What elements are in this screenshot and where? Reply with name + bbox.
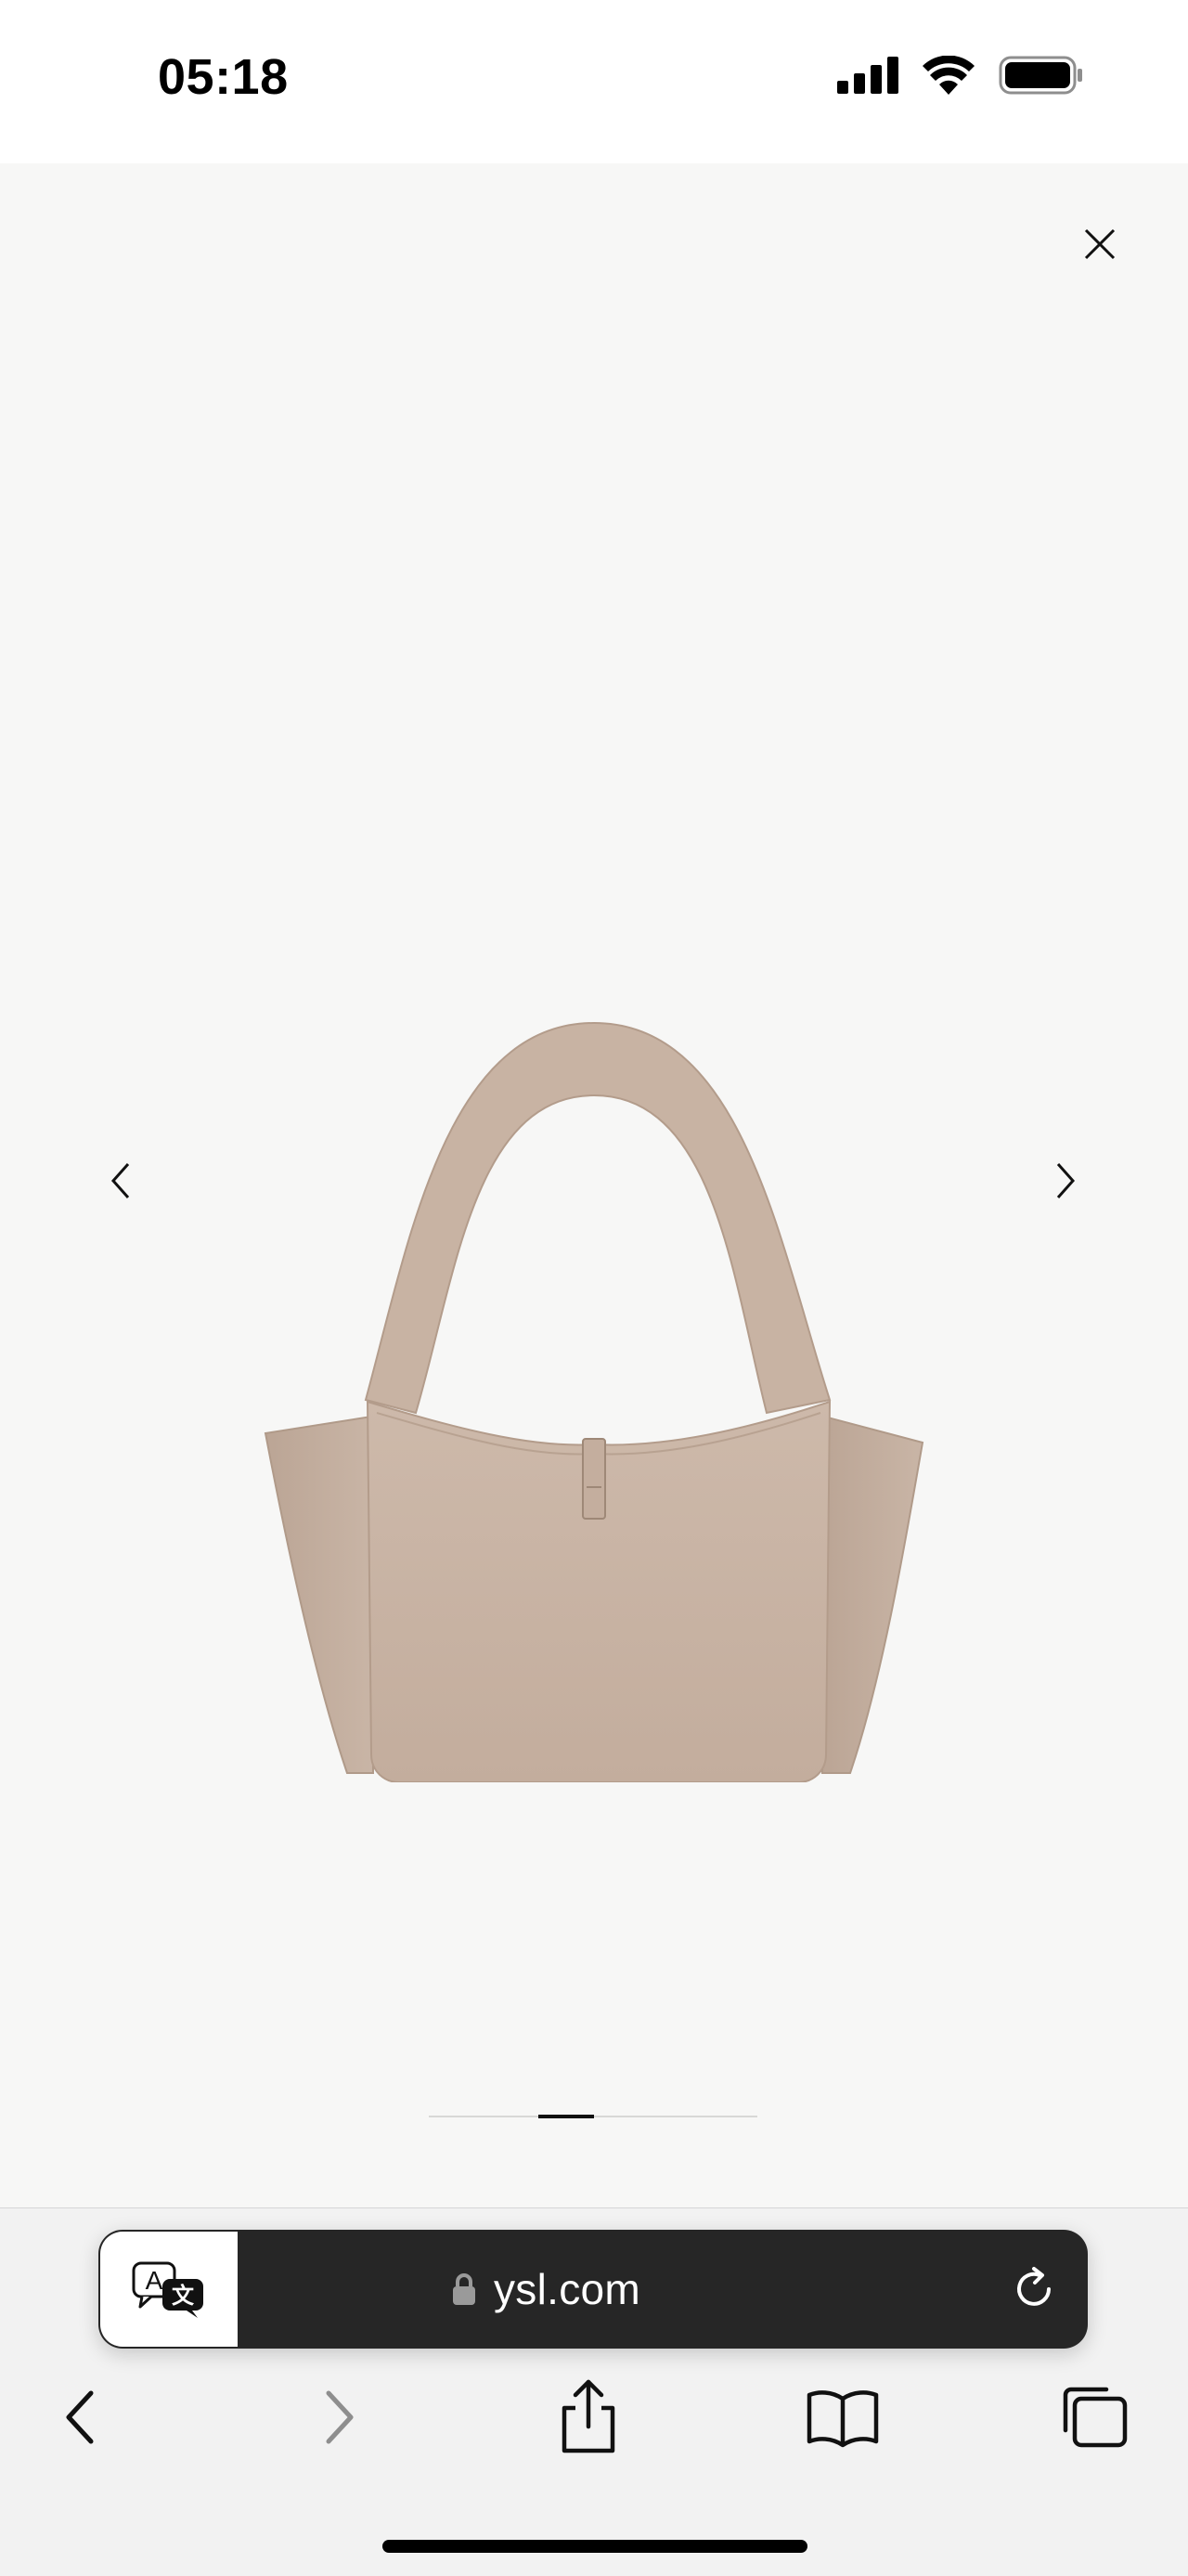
next-image-button[interactable] (1038, 1144, 1093, 1218)
forward-icon (326, 2390, 354, 2444)
home-indicator[interactable] (382, 2540, 807, 2553)
translate-icon: A 文 (132, 2261, 203, 2318)
bookmarks-icon (807, 2390, 879, 2448)
share-button[interactable] (551, 2376, 626, 2454)
reload-icon (1017, 2267, 1051, 2306)
tabs-icon (1063, 2387, 1128, 2448)
url-text: ysl.com (494, 2265, 641, 2313)
translate-button[interactable]: A 文 (100, 2232, 238, 2347)
reload-button[interactable] (1006, 2261, 1062, 2317)
share-icon (562, 2379, 615, 2453)
close-button[interactable] (1075, 219, 1125, 269)
bookmarks-button[interactable] (804, 2384, 882, 2451)
chevron-left-icon (110, 1163, 130, 1198)
tabs-button[interactable] (1054, 2384, 1132, 2451)
image-pager (429, 2115, 757, 2118)
lock-icon (453, 2273, 475, 2305)
back-button[interactable] (43, 2384, 117, 2451)
battery-icon (999, 56, 1082, 95)
signal-icon (837, 57, 898, 94)
svg-text:文: 文 (172, 2283, 195, 2309)
address-bar[interactable]: A 文 ysl.com (98, 2230, 1088, 2349)
product-image (264, 1021, 924, 1782)
status-icons (837, 56, 1084, 95)
previous-image-button[interactable] (93, 1144, 148, 1218)
close-icon (1084, 228, 1116, 260)
svg-text:A: A (146, 2266, 163, 2295)
status-bar: 05:18 (0, 0, 1188, 163)
status-time: 05:18 (158, 49, 289, 105)
chevron-right-icon (1056, 1163, 1076, 1198)
forward-button[interactable] (303, 2384, 377, 2451)
wifi-icon (923, 56, 975, 95)
back-icon (66, 2390, 94, 2444)
pager-active-indicator (538, 2115, 594, 2118)
url-field[interactable]: ysl.com (451, 2230, 640, 2349)
